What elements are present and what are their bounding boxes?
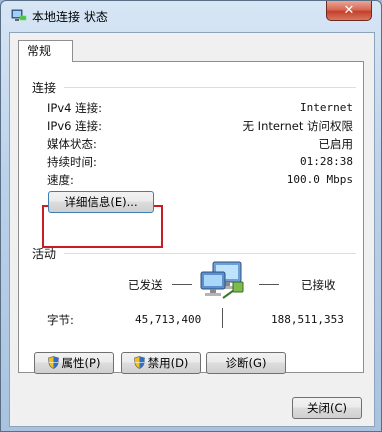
uac-shield-icon	[133, 356, 145, 369]
ipv4-label: IPv4 连接:	[47, 101, 102, 115]
close-button[interactable]: 关闭(C)	[292, 397, 362, 419]
properties-button[interactable]: 属性(P)	[34, 352, 114, 374]
dialog-body: 常规 连接 IPv4 连接: Internet IPv6 连接: 无 Inter…	[9, 32, 375, 427]
bytes-sent-value: 45,713,400	[135, 313, 202, 326]
bytes-label: 字节:	[47, 313, 74, 327]
received-dash	[259, 284, 279, 285]
disable-label: 禁用(D)	[147, 356, 189, 370]
properties-label: 属性(P)	[61, 356, 101, 370]
received-label: 已接收	[301, 278, 336, 292]
speed-value: 100.0 Mbps	[286, 173, 353, 186]
media-state-value: 已启用	[318, 137, 354, 151]
ipv6-value: 无 Internet 访问权限	[242, 119, 353, 133]
close-window-button[interactable]: ✕	[326, 1, 372, 21]
connection-divider	[64, 87, 356, 88]
diagnose-button[interactable]: 诊断(G)	[206, 352, 286, 374]
ipv4-value: Internet	[300, 101, 353, 114]
media-state-label: 媒体状态:	[47, 137, 97, 151]
status-dialog: 本地连接 状态 ✕ 常规 连接 IPv4 连接: Internet IPv6 连…	[0, 0, 382, 432]
details-button[interactable]: 详细信息(E)...	[48, 191, 154, 213]
general-panel: 连接 IPv4 连接: Internet IPv6 连接: 无 Internet…	[18, 61, 364, 374]
network-connection-icon	[11, 9, 27, 21]
network-computers-icon	[200, 261, 244, 299]
title-bar[interactable]: 本地连接 状态 ✕	[1, 1, 381, 31]
uac-shield-icon	[47, 356, 59, 369]
speed-label: 速度:	[47, 173, 74, 187]
window-title: 本地连接 状态	[32, 10, 108, 24]
bytes-received-value: 188,511,353	[271, 313, 344, 326]
ipv6-label: IPv6 连接:	[47, 119, 102, 133]
sent-label: 已发送	[128, 278, 163, 292]
activity-divider	[64, 253, 356, 254]
connection-section-title: 连接	[32, 81, 57, 95]
activity-section-title: 活动	[32, 247, 57, 261]
activity-separator	[222, 308, 223, 328]
disable-button[interactable]: 禁用(D)	[121, 352, 201, 374]
tab-general[interactable]: 常规	[18, 40, 73, 62]
duration-label: 持续时间:	[47, 155, 97, 169]
duration-value: 01:28:38	[300, 155, 353, 168]
sent-dash	[172, 284, 192, 285]
